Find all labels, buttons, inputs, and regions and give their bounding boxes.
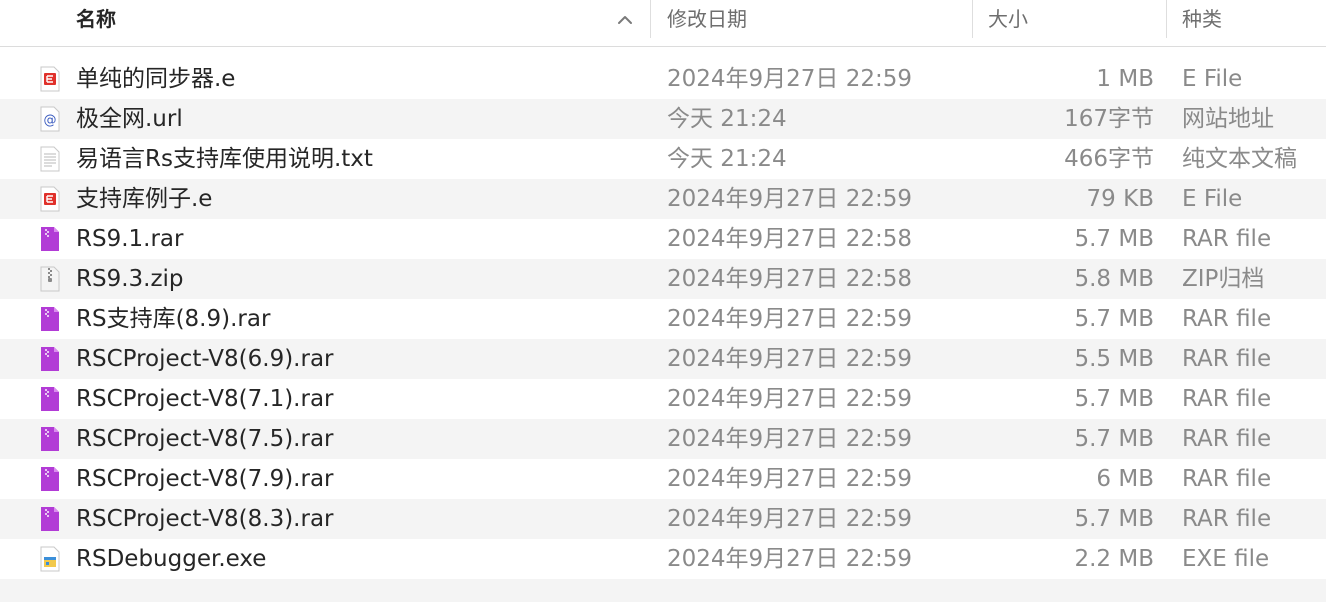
zip-archive-icon — [37, 266, 63, 292]
file-size: 466字节 — [1064, 146, 1154, 172]
file-row[interactable]: RS支持库(8.9).rar 2024年9月27日 22:59 5.7 MB R… — [0, 299, 1326, 339]
file-kind: E File — [1182, 66, 1243, 92]
file-size: 5.7 MB — [1074, 506, 1154, 532]
file-modified-date: 今天 21:24 — [667, 106, 787, 132]
file-name: 单纯的同步器.e — [76, 66, 236, 92]
svg-text:@: @ — [44, 113, 57, 128]
file-size: 5.7 MB — [1074, 226, 1154, 252]
file-size: 79 KB — [1086, 186, 1154, 212]
exe-file-icon — [37, 546, 63, 572]
file-modified-date: 今天 21:24 — [667, 146, 787, 172]
file-row[interactable]: RS9.1.rar 2024年9月27日 22:58 5.7 MB RAR fi… — [0, 219, 1326, 259]
column-header-size[interactable]: 大小 — [988, 0, 1028, 38]
file-name: RS9.1.rar — [76, 226, 184, 252]
empty-row-stripe — [0, 579, 1326, 602]
column-header-date[interactable]: 修改日期 — [667, 0, 747, 38]
file-kind: RAR file — [1182, 426, 1272, 452]
file-size: 5.8 MB — [1074, 266, 1154, 292]
chevron-up-icon[interactable] — [615, 10, 635, 30]
e-file-icon — [37, 66, 63, 92]
file-modified-date: 2024年9月27日 22:59 — [667, 386, 913, 412]
rar-archive-icon — [37, 306, 63, 332]
file-modified-date: 2024年9月27日 22:59 — [667, 306, 913, 332]
file-name: RSCProject-V8(7.5).rar — [76, 426, 334, 452]
finder-list-view: 名称 修改日期 大小 种类 单纯的同步器.e 2024年9月27日 22:59 … — [0, 0, 1326, 602]
file-size: 1 MB — [1096, 66, 1154, 92]
file-size: 5.7 MB — [1074, 426, 1154, 452]
file-name: RSCProject-V8(7.9).rar — [76, 466, 334, 492]
e-file-icon — [37, 186, 63, 212]
file-size: 5.7 MB — [1074, 386, 1154, 412]
column-divider[interactable] — [1166, 0, 1167, 38]
file-size: 167字节 — [1064, 106, 1154, 132]
file-modified-date: 2024年9月27日 22:59 — [667, 66, 913, 92]
file-list: 单纯的同步器.e 2024年9月27日 22:59 1 MB E File @ … — [0, 59, 1326, 579]
file-kind: E File — [1182, 186, 1243, 212]
column-header-kind[interactable]: 种类 — [1182, 0, 1222, 38]
column-divider[interactable] — [972, 0, 973, 38]
file-name: RSCProject-V8(8.3).rar — [76, 506, 334, 532]
file-name: RSCProject-V8(6.9).rar — [76, 346, 334, 372]
file-name: RSCProject-V8(7.1).rar — [76, 386, 334, 412]
file-kind: RAR file — [1182, 466, 1272, 492]
file-row[interactable]: 支持库例子.e 2024年9月27日 22:59 79 KB E File — [0, 179, 1326, 219]
column-header-bar: 名称 修改日期 大小 种类 — [0, 0, 1326, 47]
file-row[interactable]: RSCProject-V8(7.1).rar 2024年9月27日 22:59 … — [0, 379, 1326, 419]
file-row[interactable]: 单纯的同步器.e 2024年9月27日 22:59 1 MB E File — [0, 59, 1326, 99]
rar-archive-icon — [37, 226, 63, 252]
column-header-name[interactable]: 名称 — [76, 0, 116, 38]
url-file-icon: @ — [37, 106, 63, 132]
file-row[interactable]: RSCProject-V8(7.9).rar 2024年9月27日 22:59 … — [0, 459, 1326, 499]
file-name: 易语言Rs支持库使用说明.txt — [76, 146, 373, 172]
rar-archive-icon — [37, 506, 63, 532]
file-modified-date: 2024年9月27日 22:58 — [667, 226, 913, 252]
text-file-icon — [37, 146, 63, 172]
file-name: 极全网.url — [76, 106, 183, 132]
file-name: RSDebugger.exe — [76, 546, 267, 572]
file-modified-date: 2024年9月27日 22:59 — [667, 466, 913, 492]
file-row[interactable]: RSDebugger.exe 2024年9月27日 22:59 2.2 MB E… — [0, 539, 1326, 579]
file-name: RS9.3.zip — [76, 266, 184, 292]
rar-archive-icon — [37, 386, 63, 412]
rar-archive-icon — [37, 426, 63, 452]
file-kind: RAR file — [1182, 226, 1272, 252]
file-kind: ZIP归档 — [1182, 266, 1265, 292]
file-modified-date: 2024年9月27日 22:59 — [667, 506, 913, 532]
file-row[interactable]: 易语言Rs支持库使用说明.txt 今天 21:24 466字节 纯文本文稿 — [0, 139, 1326, 179]
column-divider[interactable] — [650, 0, 651, 38]
file-size: 6 MB — [1096, 466, 1154, 492]
file-row[interactable]: RSCProject-V8(7.5).rar 2024年9月27日 22:59 … — [0, 419, 1326, 459]
file-name: 支持库例子.e — [76, 186, 213, 212]
file-kind: EXE file — [1182, 546, 1270, 572]
file-kind: RAR file — [1182, 306, 1272, 332]
file-modified-date: 2024年9月27日 22:59 — [667, 426, 913, 452]
rar-archive-icon — [37, 466, 63, 492]
rar-archive-icon — [37, 346, 63, 372]
file-modified-date: 2024年9月27日 22:59 — [667, 546, 913, 572]
file-row[interactable]: RSCProject-V8(8.3).rar 2024年9月27日 22:59 … — [0, 499, 1326, 539]
file-kind: RAR file — [1182, 506, 1272, 532]
file-modified-date: 2024年9月27日 22:59 — [667, 346, 913, 372]
file-row[interactable]: RSCProject-V8(6.9).rar 2024年9月27日 22:59 … — [0, 339, 1326, 379]
file-modified-date: 2024年9月27日 22:58 — [667, 266, 913, 292]
file-kind: 纯文本文稿 — [1182, 146, 1297, 172]
file-kind: 网站地址 — [1182, 106, 1274, 132]
file-row[interactable]: RS9.3.zip 2024年9月27日 22:58 5.8 MB ZIP归档 — [0, 259, 1326, 299]
file-size: 5.7 MB — [1074, 306, 1154, 332]
file-modified-date: 2024年9月27日 22:59 — [667, 186, 913, 212]
file-kind: RAR file — [1182, 346, 1272, 372]
file-size: 5.5 MB — [1074, 346, 1154, 372]
file-name: RS支持库(8.9).rar — [76, 306, 271, 332]
file-row[interactable]: @ 极全网.url 今天 21:24 167字节 网站地址 — [0, 99, 1326, 139]
file-size: 2.2 MB — [1074, 546, 1154, 572]
file-kind: RAR file — [1182, 386, 1272, 412]
